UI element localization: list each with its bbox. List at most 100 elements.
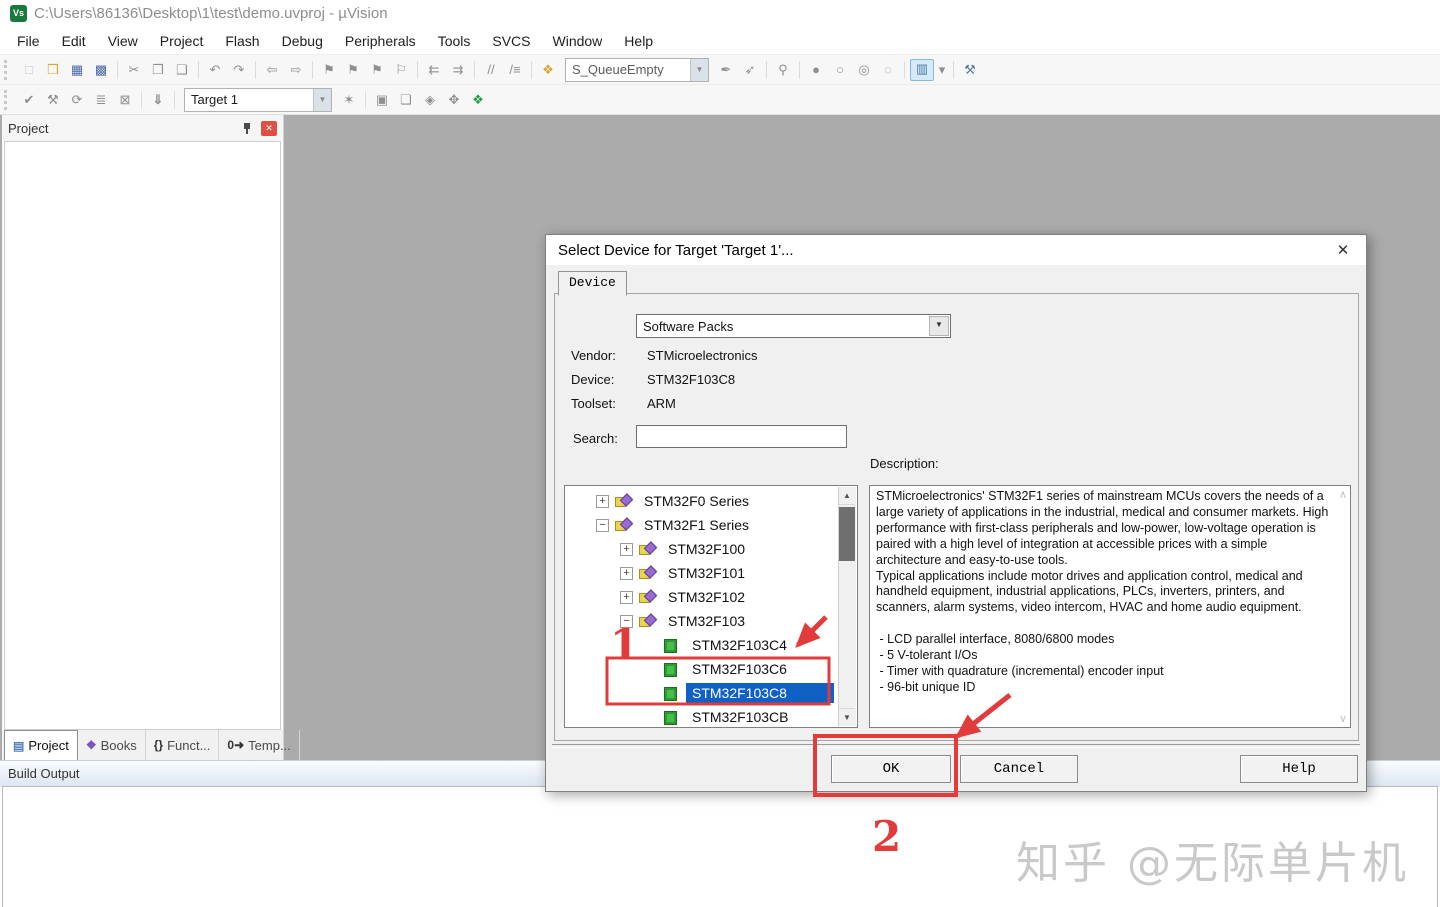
- chevron-down-icon[interactable]: ▼: [929, 316, 949, 336]
- tree-expander-icon[interactable]: +: [620, 590, 633, 604]
- close-icon[interactable]: ✕: [261, 120, 277, 136]
- tree-item[interactable]: STM32F103C6: [566, 657, 838, 681]
- paste-icon[interactable]: ❑: [171, 60, 193, 80]
- options-for-target-icon[interactable]: ✶: [338, 90, 360, 110]
- tab-books[interactable]: ❖ Books: [78, 730, 146, 760]
- tree-item[interactable]: − STM32F103: [566, 609, 838, 633]
- tree-item[interactable]: STM32F103CB: [566, 705, 838, 726]
- tree-scrollbar[interactable]: ▲ ▼: [838, 487, 856, 726]
- cancel-button[interactable]: Cancel: [960, 755, 1078, 783]
- project-tree-area[interactable]: [4, 141, 281, 730]
- kill-all-breakpoints-icon[interactable]: ◌: [877, 60, 899, 80]
- tree-item-label[interactable]: STM32F103C6: [686, 659, 793, 679]
- ok-button[interactable]: OK: [831, 755, 951, 783]
- menu-item[interactable]: Window: [542, 29, 614, 54]
- menu-item[interactable]: Debug: [271, 29, 334, 54]
- tab-templates[interactable]: 0➜ Temp...: [219, 730, 300, 760]
- tab-device[interactable]: Device: [558, 271, 627, 296]
- tree-item-label[interactable]: STM32F100: [662, 539, 751, 559]
- copy-icon[interactable]: ❐: [147, 60, 169, 80]
- translate-file-icon[interactable]: ✔: [18, 90, 40, 110]
- indent-icon[interactable]: ⇉: [447, 60, 469, 80]
- find-icon[interactable]: ⚲: [772, 60, 794, 80]
- configuration-wrench-icon[interactable]: ⚒: [959, 60, 981, 80]
- stop-build-icon[interactable]: ⊠: [114, 90, 136, 110]
- help-button[interactable]: Help: [1240, 755, 1358, 783]
- find-in-files-icon[interactable]: ✒: [715, 60, 737, 80]
- tree-expander-icon[interactable]: +: [620, 566, 633, 580]
- tree-item[interactable]: + STM32F100: [566, 537, 838, 561]
- tree-item[interactable]: + STM32F102: [566, 585, 838, 609]
- goto-definition-icon[interactable]: ➶: [739, 60, 761, 80]
- tree-item-label[interactable]: STM32F103CB: [686, 707, 794, 726]
- configure-flash-icon[interactable]: ❖: [537, 60, 559, 80]
- previous-bookmark-icon[interactable]: ⚑: [342, 60, 364, 80]
- batch-build-icon[interactable]: ≣: [90, 90, 112, 110]
- symbol-combobox[interactable]: S_QueueEmpty ▼: [565, 57, 709, 82]
- tree-item[interactable]: STM32F103C8: [566, 681, 838, 705]
- undo-icon[interactable]: ↶: [204, 60, 226, 80]
- tree-item-label[interactable]: STM32F103: [662, 611, 751, 631]
- search-input[interactable]: [636, 425, 847, 448]
- software-packs-select[interactable]: Software Packs ▼: [636, 314, 951, 338]
- enable-breakpoint-icon[interactable]: ○: [829, 60, 851, 80]
- uncomment-selection-icon[interactable]: /≡: [504, 60, 526, 80]
- close-icon[interactable]: ✕: [1332, 241, 1354, 259]
- tree-item-label[interactable]: STM32F0 Series: [638, 491, 755, 511]
- toolbar-grip[interactable]: [4, 59, 12, 80]
- menu-item[interactable]: SVCS: [481, 29, 541, 54]
- menu-item[interactable]: Flash: [214, 29, 270, 54]
- navigate-forward-icon[interactable]: ⇨: [285, 60, 307, 80]
- open-folder-icon[interactable]: ❒: [42, 60, 64, 80]
- cut-icon[interactable]: ✂: [123, 60, 145, 80]
- tab-functions[interactable]: {} Funct...: [146, 730, 220, 760]
- menu-item[interactable]: Peripherals: [334, 29, 427, 54]
- runtime-environment-icon[interactable]: ◈: [419, 90, 441, 110]
- target-combobox[interactable]: Target 1 ▼: [184, 87, 332, 112]
- window-list-dropdown-icon[interactable]: ▾: [936, 60, 948, 80]
- navigate-back-icon[interactable]: ⇦: [261, 60, 283, 80]
- chevron-down-icon[interactable]: ▼: [690, 58, 708, 81]
- new-file-icon[interactable]: □: [18, 60, 40, 80]
- menu-item[interactable]: Edit: [51, 29, 97, 54]
- tree-expander-icon[interactable]: −: [620, 614, 633, 628]
- insert-breakpoint-icon[interactable]: ●: [805, 60, 827, 80]
- tree-item-label[interactable]: STM32F101: [662, 563, 751, 583]
- disable-all-breakpoints-icon[interactable]: ◎: [853, 60, 875, 80]
- menu-item[interactable]: Project: [149, 29, 215, 54]
- tab-project[interactable]: ▤ Project: [4, 730, 78, 760]
- tree-item-label[interactable]: STM32F103C8: [686, 683, 834, 703]
- chevron-down-icon[interactable]: ▼: [313, 88, 331, 111]
- scroll-up-icon[interactable]: ▲: [839, 487, 855, 505]
- select-software-packs-icon[interactable]: ✥: [443, 90, 465, 110]
- pack-installer-icon[interactable]: ❖: [467, 90, 489, 110]
- tree-item-label[interactable]: STM32F103C4: [686, 635, 793, 655]
- menu-item[interactable]: Help: [613, 29, 664, 54]
- manage-multiproject-icon[interactable]: ❏: [395, 90, 417, 110]
- tree-expander-icon[interactable]: +: [620, 542, 633, 556]
- comment-selection-icon[interactable]: //: [480, 60, 502, 80]
- scroll-down-icon[interactable]: ∨: [1339, 712, 1347, 725]
- tree-item[interactable]: + STM32F0 Series: [566, 489, 838, 513]
- tree-item[interactable]: − STM32F1 Series: [566, 513, 838, 537]
- download-icon[interactable]: ⇓: [147, 90, 169, 110]
- menu-item[interactable]: View: [97, 29, 149, 54]
- next-bookmark-icon[interactable]: ⚑: [366, 60, 388, 80]
- save-all-icon[interactable]: ▩: [90, 60, 112, 80]
- tree-item[interactable]: STM32F103C4: [566, 633, 838, 657]
- tree-item[interactable]: + STM32F101: [566, 561, 838, 585]
- menu-item[interactable]: Tools: [427, 29, 482, 54]
- tree-item-label[interactable]: STM32F102: [662, 587, 751, 607]
- tree-expander-icon[interactable]: −: [596, 518, 609, 532]
- tree-item-label[interactable]: STM32F1 Series: [638, 515, 755, 535]
- insert-bookmark-icon[interactable]: ⚑: [318, 60, 340, 80]
- clear-bookmarks-icon[interactable]: ⚐: [390, 60, 412, 80]
- toolbar-grip[interactable]: [4, 89, 12, 110]
- build-icon[interactable]: ⚒: [42, 90, 64, 110]
- scroll-up-icon[interactable]: ∧: [1339, 488, 1347, 501]
- rebuild-all-icon[interactable]: ⟳: [66, 90, 88, 110]
- edit-components-icon[interactable]: ▣: [371, 90, 393, 110]
- tree-expander-icon[interactable]: +: [596, 494, 609, 508]
- scroll-down-icon[interactable]: ▼: [839, 708, 855, 726]
- project-window-toggle-icon[interactable]: ▥: [910, 58, 934, 81]
